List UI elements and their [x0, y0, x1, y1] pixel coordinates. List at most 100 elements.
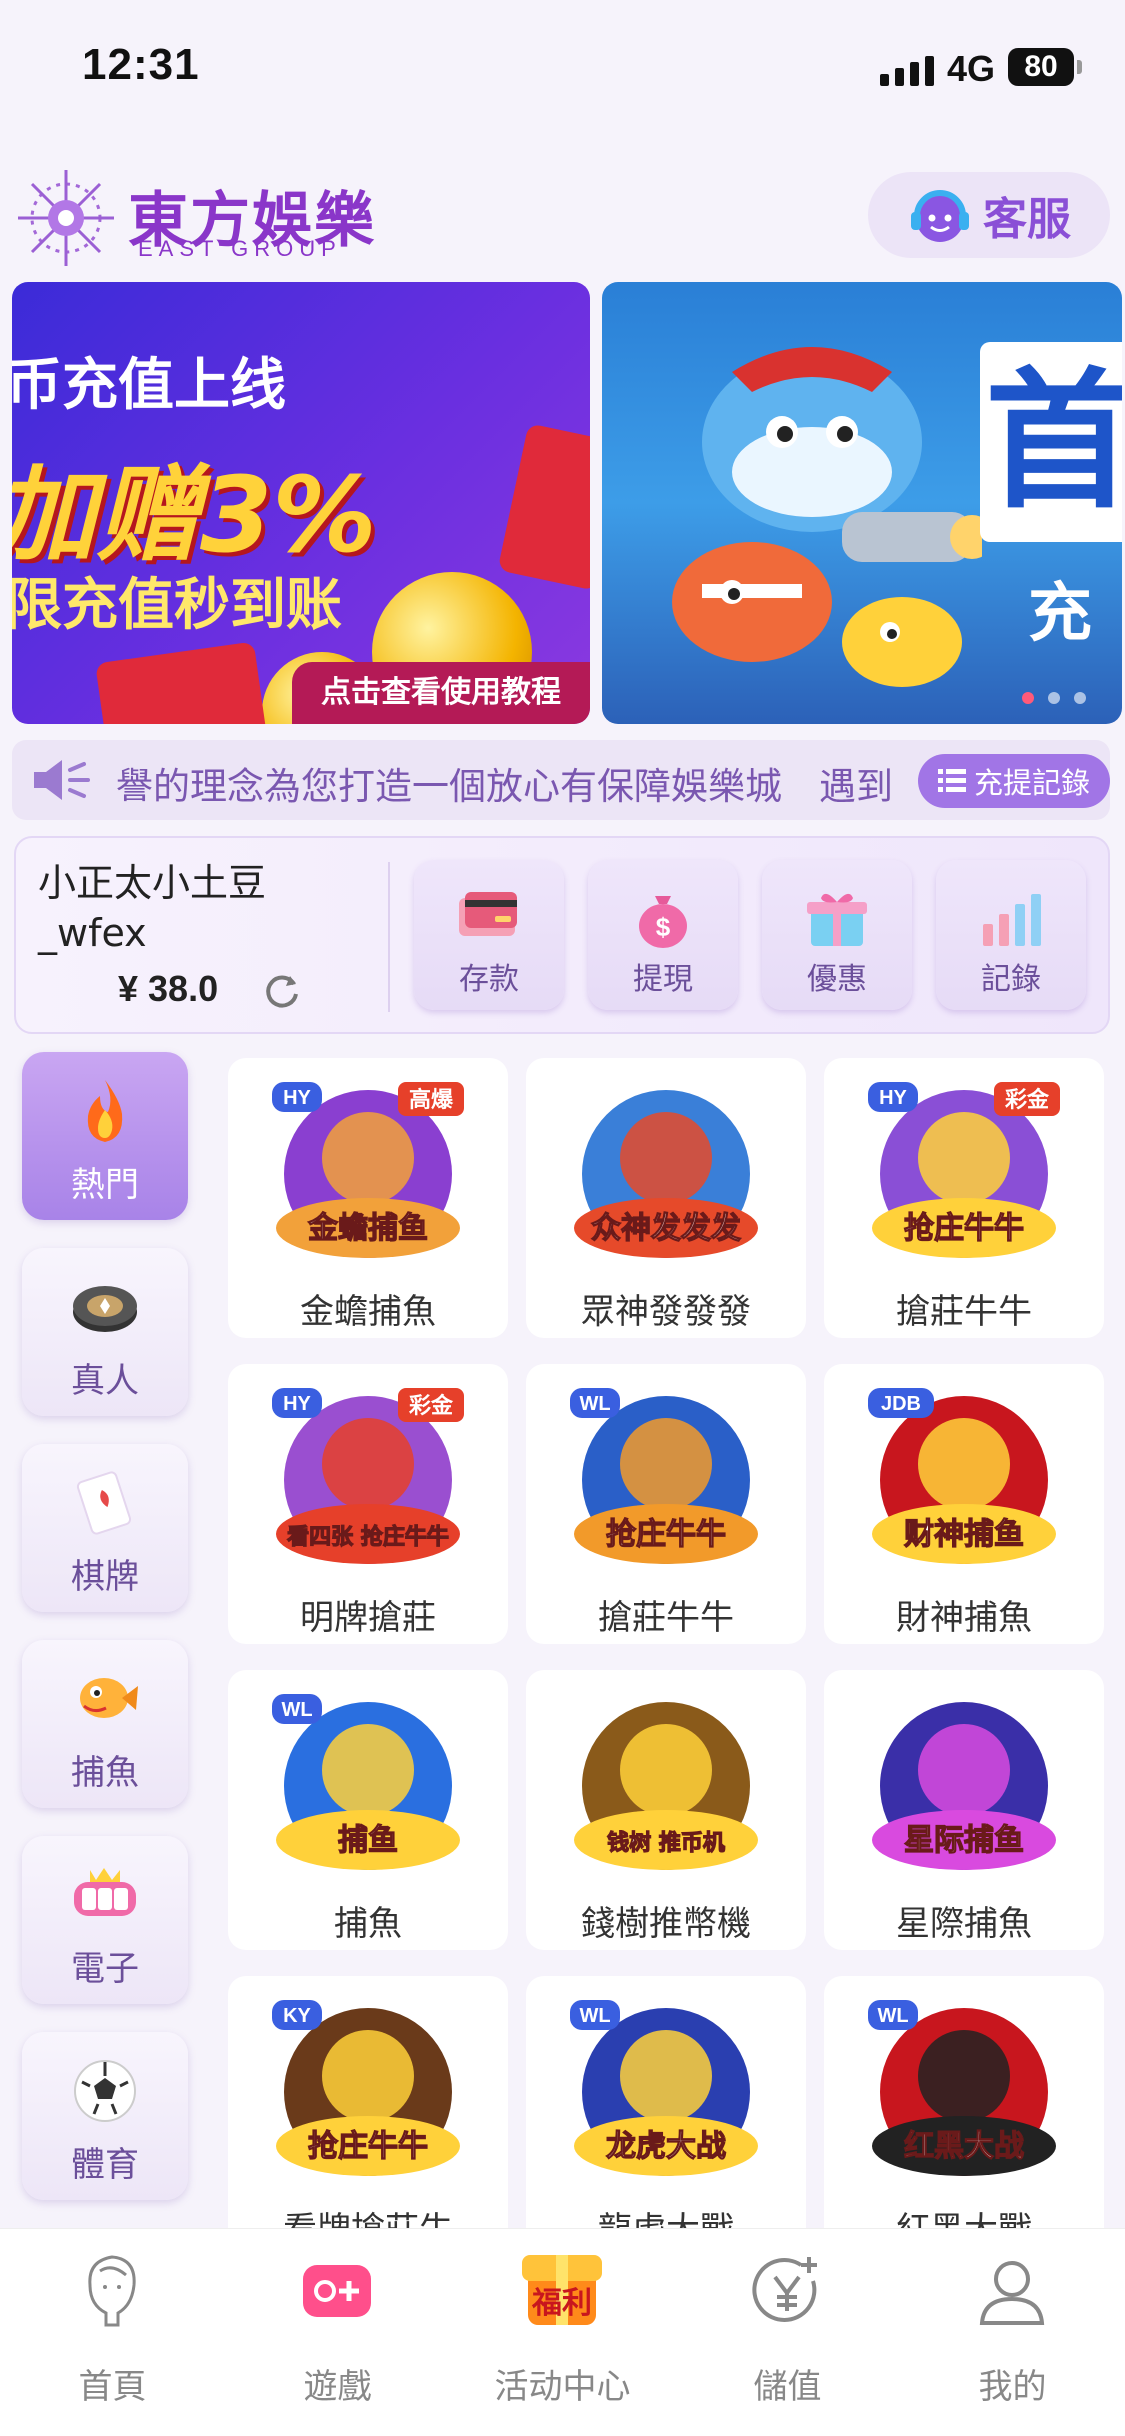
- game-card[interactable]: 财神捕鱼 JDB 財神捕魚: [824, 1364, 1104, 1644]
- tab-profile[interactable]: 我的: [900, 2229, 1125, 2429]
- battery-icon: 80: [1008, 48, 1074, 86]
- game-name: 龍虎大戰: [526, 2202, 806, 2228]
- deposit-withdraw-record-button[interactable]: 充提記錄: [918, 754, 1110, 808]
- jackpot-tag: 高爆: [409, 1087, 454, 1113]
- game-name: 眾神發發發: [581, 1292, 751, 1332]
- category-label: 熱門: [71, 1165, 139, 1205]
- game-art-title: 龙虎大战: [606, 2129, 726, 2164]
- customer-service-label: 客服: [983, 194, 1071, 245]
- headset-icon: [911, 190, 969, 242]
- category-chess-cards[interactable]: 棋牌: [22, 1444, 188, 1612]
- game-name: 星際捕魚: [896, 1904, 1032, 1944]
- shark-mascot-image: [672, 347, 982, 687]
- game-thumbnail-image: 龙虎大战 WL: [570, 2000, 758, 2176]
- category-hot[interactable]: 熱門: [22, 1052, 188, 1220]
- provider-badge: HY: [283, 1087, 311, 1109]
- game-art-title: 钱树 推币机: [607, 1830, 725, 1856]
- yen-plus-icon: [752, 2257, 817, 2322]
- game-card[interactable]: 星际捕鱼 星際捕魚: [824, 1670, 1104, 1950]
- divider: [388, 862, 390, 1012]
- game-card[interactable]: 看四张 抢庄牛牛 HY 彩金 明牌搶莊: [228, 1364, 508, 1644]
- battery-tip: [1077, 60, 1082, 74]
- category-live[interactable]: 真人: [22, 1248, 188, 1416]
- game-name: 財神捕魚: [896, 1598, 1032, 1638]
- game-thumbnail-image: 抢庄牛牛 HY 彩金: [868, 1082, 1060, 1258]
- game-card[interactable]: 龙虎大战 WL 龍虎大戰: [526, 1976, 806, 2228]
- deposit-button[interactable]: 存款: [414, 860, 564, 1010]
- game-name: 金蟾捕魚: [300, 1292, 436, 1332]
- announcement-text: 譽的理念為您打造一個放心有保障娛樂城 遇到: [116, 765, 893, 808]
- game-art-title: 看四张 抢庄牛牛: [287, 1524, 449, 1550]
- banner-first-char: 首: [980, 342, 1122, 542]
- game-art-title: 财神捕鱼: [904, 1517, 1024, 1552]
- promotion-button[interactable]: 優惠: [762, 860, 912, 1010]
- game-thumbnail-image: 抢庄牛牛 WL: [570, 1388, 758, 1564]
- game-thumbnail-image: 众神发发发: [574, 1090, 758, 1258]
- withdraw-button[interactable]: $ 提現: [588, 860, 738, 1010]
- bar-chart-icon: [983, 894, 1041, 946]
- money-bag-icon: $: [639, 896, 687, 948]
- provider-badge: HY: [879, 1087, 907, 1109]
- game-grid: 金蟾捕鱼 HY 高爆 金蟾捕魚 众神发发发 眾神發發發 抢庄牛牛 HY 彩金 搶莊牛…: [228, 1058, 1108, 2228]
- list-icon: [937, 769, 966, 792]
- game-art-title: 星际捕鱼: [904, 1823, 1024, 1858]
- carousel-dot: [1074, 692, 1086, 704]
- carousel-dots: [1022, 692, 1086, 704]
- promo-banner-topup[interactable]: 币充值上线 加赠3% 限充值秒到账 点击查看使用教程: [12, 282, 590, 724]
- bottom-tab-bar: 首頁 遊戲 福利 活动中心 儲值 我的: [0, 2228, 1125, 2436]
- tutorial-button[interactable]: 点击查看使用教程: [292, 662, 590, 724]
- tab-deposit[interactable]: 儲值: [675, 2229, 900, 2429]
- fish-icon: [80, 1678, 138, 1718]
- game-name: 搶莊牛牛: [896, 1292, 1032, 1332]
- game-art-title: 红黑大战: [904, 2129, 1024, 2164]
- tab-label: 儲值: [753, 2367, 822, 2407]
- speaker-icon: [34, 760, 90, 800]
- carousel-dot: [1022, 692, 1034, 704]
- provider-badge: WL: [579, 2005, 610, 2027]
- user-icon: [979, 2261, 1045, 2325]
- game-name: 搶莊牛牛: [598, 1598, 734, 1638]
- game-card[interactable]: 红黑大战 WL 紅黑大戰: [824, 1976, 1104, 2228]
- promo-banner-first-deposit[interactable]: 首 充: [602, 282, 1122, 724]
- category-fishing[interactable]: 捕魚: [22, 1640, 188, 1808]
- banner-deposit-char: 充: [1028, 577, 1092, 651]
- game-card[interactable]: 钱树 推币机 錢樹推幣機: [526, 1670, 806, 1950]
- game-art-title: 抢庄牛牛: [308, 2129, 428, 2164]
- wallet-balance: ¥ 38.0: [118, 968, 219, 1009]
- game-art-title: 抢庄牛牛: [606, 1517, 726, 1552]
- withdraw-label: 提現: [633, 962, 693, 997]
- tab-label: 首頁: [78, 2367, 147, 2407]
- category-slots[interactable]: 電子: [22, 1836, 188, 2004]
- category-label: 真人: [71, 1361, 139, 1401]
- provider-badge: HY: [283, 1393, 311, 1415]
- category-label: 體育: [71, 2145, 139, 2185]
- game-card[interactable]: 捕鱼 WL 捕魚: [228, 1670, 508, 1950]
- game-thumbnail-image: 红黑大战 WL: [868, 2000, 1056, 2176]
- tab-home[interactable]: 首頁: [0, 2229, 225, 2429]
- slot-machine-icon: [74, 1868, 136, 1916]
- red-envelope-decoration: [497, 423, 590, 591]
- brand-subtitle: EAST GROUP: [138, 236, 342, 261]
- game-card[interactable]: 金蟾捕鱼 HY 高爆 金蟾捕魚: [228, 1058, 508, 1338]
- jackpot-tag: 彩金: [408, 1393, 454, 1419]
- game-name: 明牌搶莊: [300, 1598, 436, 1638]
- game-art-title: 众神发发发: [591, 1211, 741, 1246]
- category-sports[interactable]: 體育: [22, 2032, 188, 2200]
- svg-text:$: $: [656, 912, 671, 942]
- game-name: 捕魚: [334, 1904, 402, 1944]
- tab-label: 活动中心: [494, 2367, 631, 2407]
- game-thumbnail-image: 钱树 推币机: [574, 1702, 758, 1870]
- customer-service-button[interactable]: 客服: [868, 172, 1110, 258]
- game-card[interactable]: 抢庄牛牛 WL 搶莊牛牛: [526, 1364, 806, 1644]
- tab-games[interactable]: 遊戲: [225, 2229, 450, 2429]
- refresh-icon[interactable]: [262, 970, 302, 1010]
- game-card[interactable]: 抢庄牛牛 HY 彩金 搶莊牛牛: [824, 1058, 1104, 1338]
- game-card[interactable]: 抢庄牛牛 KY 看牌搶莊牛: [228, 1976, 508, 2228]
- record-label: 充提記錄: [973, 766, 1090, 800]
- records-button[interactable]: 記錄: [936, 860, 1086, 1010]
- game-card[interactable]: 众神发发发 眾神發發發: [526, 1058, 806, 1338]
- username: 小正太小土豆_wfex: [38, 861, 267, 955]
- soccer-ball-icon: [74, 2060, 136, 2122]
- provider-badge: WL: [579, 1393, 610, 1415]
- tab-activity-center[interactable]: 福利 活动中心: [450, 2229, 675, 2429]
